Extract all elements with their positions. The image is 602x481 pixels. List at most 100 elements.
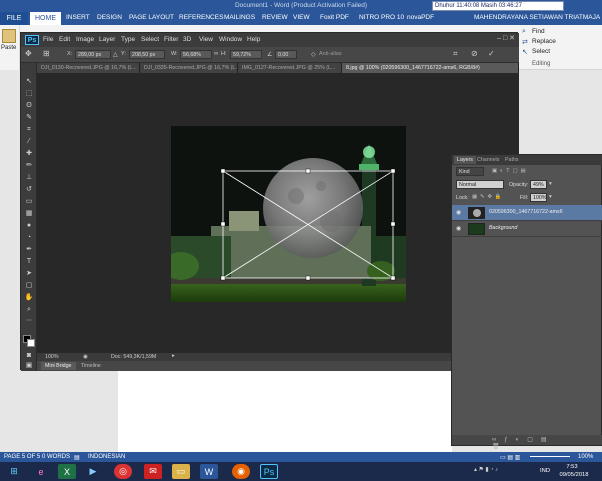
chrome-icon[interactable]: ◎: [114, 464, 132, 479]
ps-status-arrow-icon[interactable]: ▸: [172, 353, 175, 359]
start-button-icon[interactable]: ⊞: [4, 464, 24, 479]
view-mode-icons[interactable]: ▭ ▤ ▥: [500, 454, 520, 461]
doc-tab[interactable]: IMG_0127-Recovered.JPG @ 25% (L...: [238, 63, 342, 73]
msg-icon[interactable]: ✉: [144, 464, 162, 479]
lock-icons[interactable]: ▦✎✥🔒: [472, 194, 504, 200]
word-count[interactable]: 0 WORDS: [42, 454, 70, 460]
clone-stamp-tool[interactable]: ⊥: [24, 173, 34, 182]
media-icon[interactable]: ▶: [84, 464, 102, 479]
tab-nitro-pro[interactable]: NITRO PRO 10: [359, 14, 404, 21]
crop-tool[interactable]: ⌗: [24, 125, 34, 134]
tab-page-layout[interactable]: PAGE LAYOUT: [129, 14, 174, 21]
user-name[interactable]: MAHENDRAYANA SETIAWAN TRIATMAJA: [474, 14, 600, 21]
tab-insert[interactable]: INSERT: [66, 14, 90, 21]
tab-channels[interactable]: Channels: [474, 156, 502, 164]
opacity-dropdown-icon[interactable]: ▾: [549, 181, 552, 187]
lasso-tool[interactable]: ʘ: [24, 101, 34, 110]
select-button[interactable]: Select: [532, 48, 550, 55]
shape-tool[interactable]: ▢: [24, 281, 34, 290]
word-taskbar-icon[interactable]: W: [200, 464, 218, 479]
reference-point-icon[interactable]: ⊞: [43, 49, 50, 58]
language[interactable]: INDONESIAN: [88, 454, 125, 460]
w-field[interactable]: 56,68%: [180, 50, 212, 59]
dodge-tool[interactable]: ◔: [24, 233, 34, 242]
hand-tool[interactable]: ✋: [24, 293, 34, 302]
word-page[interactable]: [118, 370, 452, 452]
opacity-field[interactable]: 49%: [530, 180, 547, 189]
fill-dropdown-icon[interactable]: ▾: [549, 194, 552, 200]
ps-menu-3d[interactable]: 3D: [183, 36, 191, 43]
ps-menu-image[interactable]: Image: [76, 36, 94, 43]
ps-menu-layer[interactable]: Layer: [99, 36, 115, 43]
find-button[interactable]: Find: [532, 28, 545, 35]
visibility-eye-icon[interactable]: ◉: [456, 209, 464, 217]
ps-menu-type[interactable]: Type: [121, 36, 135, 43]
ps-menu-filter[interactable]: Filter: [164, 36, 178, 43]
quick-mask-icon[interactable]: ◙: [24, 351, 34, 360]
cancel-transform-icon[interactable]: ⊘: [471, 49, 478, 58]
tab-novapdf[interactable]: novaPDF: [407, 14, 434, 21]
tab-mini-bridge[interactable]: Mini Bridge: [41, 362, 76, 370]
ps-menu-help[interactable]: Help: [247, 36, 260, 43]
layer-name[interactable]: Background: [489, 225, 517, 231]
ps-doc-size-icon[interactable]: ◉: [83, 354, 88, 360]
antialias-checkbox[interactable]: Anti-alias: [319, 51, 342, 57]
ps-menu-select[interactable]: Select: [141, 36, 159, 43]
screen-mode-icon[interactable]: ▣: [24, 361, 34, 370]
canvas-image[interactable]: [171, 126, 406, 302]
zoom-tool[interactable]: ⌕: [24, 305, 34, 314]
tray-language[interactable]: IND: [540, 468, 550, 474]
layers-footer-icons[interactable]: ∞ƒ◐▢▤🗑: [452, 435, 602, 450]
ps-menu-window[interactable]: Window: [219, 36, 242, 43]
tab-home[interactable]: HOME: [30, 12, 61, 25]
gradient-tool[interactable]: ▦: [24, 209, 34, 218]
brush-tool[interactable]: ✏: [24, 161, 34, 170]
move-tool-icon[interactable]: ✥: [25, 49, 32, 58]
x-field[interactable]: 289,00 px: [75, 50, 111, 59]
angle-field[interactable]: 0,00: [275, 50, 297, 59]
doc-tab-active[interactable]: 8.jpg @ 100% (020596300_1467716722-ams6,…: [342, 63, 519, 73]
tab-view[interactable]: VIEW: [293, 14, 310, 21]
tab-paths[interactable]: Paths: [502, 156, 522, 164]
commit-transform-icon[interactable]: ✓: [488, 49, 495, 58]
tab-review[interactable]: REVIEW: [262, 14, 288, 21]
more-tools-icon[interactable]: ⋯: [24, 317, 34, 326]
photoshop-taskbar-icon[interactable]: Ps: [260, 464, 278, 479]
interpolation-icon[interactable]: ◇: [311, 51, 316, 58]
tab-timeline[interactable]: Timeline: [77, 362, 105, 370]
layer-row-background[interactable]: ◉ Background: [452, 221, 602, 237]
pen-tool[interactable]: ✒: [24, 245, 34, 254]
healing-tool[interactable]: ✚: [24, 149, 34, 158]
history-brush-tool[interactable]: ↺: [24, 185, 34, 194]
tray-date[interactable]: 09/05/2018: [554, 472, 594, 478]
kind-filter-select[interactable]: Kind: [456, 167, 484, 176]
layer-name[interactable]: 020596300_1467716722-ams6: [489, 209, 563, 215]
marquee-tool[interactable]: ⬚: [24, 89, 34, 98]
ps-zoom-level[interactable]: 100%: [45, 354, 59, 360]
warp-icon[interactable]: ⌗: [453, 49, 458, 59]
blur-tool[interactable]: ●: [24, 221, 34, 230]
type-tool[interactable]: T: [24, 257, 34, 266]
ps-canvas-area[interactable]: [37, 73, 519, 353]
link-icon[interactable]: ∞: [214, 51, 218, 57]
firefox-icon[interactable]: ◉: [232, 464, 250, 479]
h-field[interactable]: 59,72%: [230, 50, 262, 59]
layer-row-moon[interactable]: ◉ 020596300_1467716722-ams6: [452, 205, 602, 221]
page-count[interactable]: PAGE 5 OF 5: [4, 454, 40, 460]
tab-design[interactable]: DESIGN: [97, 14, 122, 21]
proofing-icon[interactable]: ▤: [74, 454, 80, 461]
ps-window-controls[interactable]: – □ ✕: [497, 34, 515, 42]
ps-menu-view[interactable]: View: [199, 36, 213, 43]
fill-field[interactable]: 100%: [530, 193, 547, 202]
tab-mailings[interactable]: MAILINGS: [224, 14, 255, 21]
y-field[interactable]: 208,50 px: [129, 50, 165, 59]
tab-layers[interactable]: Layers: [454, 156, 476, 164]
delta-icon[interactable]: △: [113, 51, 118, 58]
eraser-tool[interactable]: ▭: [24, 197, 34, 206]
eyedropper-tool[interactable]: ⁄: [24, 137, 34, 146]
replace-button[interactable]: Replace: [532, 38, 556, 45]
zoom-slider[interactable]: [530, 456, 570, 457]
filter-icons[interactable]: ▣◐T▢▤: [492, 168, 528, 174]
doc-tab[interactable]: DJI_0130-Recovered.JPG @ 16,7% (L...: [37, 63, 140, 73]
background-color-swatch[interactable]: [27, 339, 35, 347]
